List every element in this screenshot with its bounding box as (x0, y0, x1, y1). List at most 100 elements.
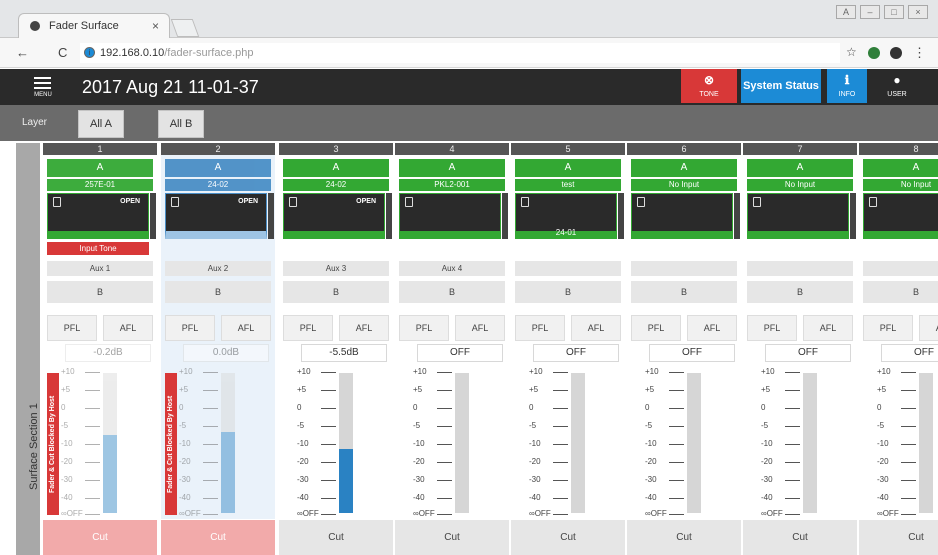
url-input[interactable]: i 192.168.0.10/fader-surface.php (80, 43, 840, 63)
fader-track[interactable] (571, 373, 585, 513)
fader-track[interactable] (103, 373, 117, 513)
tab-title: Fader Surface (49, 20, 119, 32)
cut-button[interactable]: Cut (627, 519, 741, 555)
browser-menu-icon[interactable]: ⋮ (913, 46, 926, 59)
fader-track[interactable] (919, 373, 933, 513)
browser-tab[interactable]: Fader Surface × (18, 13, 170, 38)
b-button[interactable]: B (515, 281, 621, 303)
afl-button[interactable]: AFL (455, 315, 505, 341)
tab-close-icon[interactable]: × (152, 19, 159, 33)
fader-level[interactable] (103, 435, 117, 513)
bookmark-star-icon[interactable]: ☆ (846, 46, 857, 59)
pfl-button[interactable]: PFL (165, 315, 215, 341)
back-arrow-icon[interactable]: ← (16, 46, 29, 59)
b-button[interactable]: B (47, 281, 153, 303)
fader-track[interactable] (455, 373, 469, 513)
aux-button[interactable] (863, 261, 938, 276)
site-info-icon[interactable]: i (84, 47, 95, 58)
cut-button[interactable]: Cut (511, 519, 625, 555)
input-name[interactable]: test (515, 179, 621, 191)
input-name[interactable]: PKL2-001 (399, 179, 505, 191)
input-name[interactable]: 24-02 (283, 179, 389, 191)
new-tab-button[interactable] (170, 19, 200, 37)
info-button[interactable]: ℹ INFO (827, 69, 867, 103)
a-button[interactable]: A (515, 159, 621, 177)
channel-strip-1: 1 A 257E-01 OPEN Input Tone Aux 1 B PFL AFL -0.2d… (43, 143, 157, 555)
a-button[interactable]: A (631, 159, 737, 177)
fader-level[interactable] (339, 449, 353, 513)
b-button[interactable]: B (631, 281, 737, 303)
cut-button[interactable]: Cut (859, 519, 938, 555)
input-sublabel: 24-01 (555, 228, 577, 237)
pfl-button[interactable]: PFL (631, 315, 681, 341)
minimize-button[interactable]: – (860, 5, 880, 19)
aux-button[interactable]: Aux 1 (47, 261, 153, 276)
pfl-button[interactable]: PFL (47, 315, 97, 341)
afl-button[interactable]: AFL (919, 315, 938, 341)
input-name[interactable]: No Input (747, 179, 853, 191)
pfl-button[interactable]: PFL (747, 315, 797, 341)
afl-button[interactable]: AFL (571, 315, 621, 341)
b-button[interactable]: B (283, 281, 389, 303)
gain-readout: OFF (649, 344, 735, 362)
a-button[interactable]: A (47, 159, 153, 177)
cut-button[interactable]: Cut (161, 519, 275, 555)
aux-button[interactable]: Aux 4 (399, 261, 505, 276)
pfl-button[interactable]: PFL (399, 315, 449, 341)
aux-button[interactable]: Aux 3 (283, 261, 389, 276)
afl-button[interactable]: AFL (339, 315, 389, 341)
fader-track[interactable] (687, 373, 701, 513)
channel-strip-4: 4 A PKL2-001 Aux 4 B PFL AFL OFF +10 +5 0 -5 -10 -20 -… (395, 143, 509, 555)
input-name[interactable]: No Input (863, 179, 938, 191)
aux-button[interactable] (747, 261, 853, 276)
a-button[interactable]: A (399, 159, 505, 177)
fader-level[interactable] (221, 432, 235, 513)
afl-button[interactable]: AFL (103, 315, 153, 341)
pfl-button[interactable]: PFL (863, 315, 913, 341)
b-button[interactable]: B (747, 281, 853, 303)
afl-button[interactable]: AFL (803, 315, 853, 341)
afl-button[interactable]: AFL (221, 315, 271, 341)
scale-tick-label: 0 (761, 403, 766, 412)
aux-button[interactable] (631, 261, 737, 276)
tone-label: TONE (699, 91, 719, 98)
b-button[interactable]: B (863, 281, 938, 303)
user-button[interactable]: ● USER (873, 69, 921, 103)
info-icon: ℹ (844, 73, 850, 87)
fader-track[interactable] (803, 373, 817, 513)
fader-track[interactable] (339, 373, 353, 513)
afl-button[interactable]: AFL (687, 315, 737, 341)
extension-icon-2[interactable] (890, 47, 902, 59)
input-name[interactable]: No Input (631, 179, 737, 191)
reload-icon[interactable]: C (58, 46, 67, 59)
profile-button[interactable]: A (836, 5, 856, 19)
b-button[interactable]: B (399, 281, 505, 303)
close-window-button[interactable]: × (908, 5, 928, 19)
aux-button[interactable]: Aux 2 (165, 261, 271, 276)
layer-all-a-button[interactable]: All A (78, 110, 124, 138)
system-status-button[interactable]: System Status (741, 69, 821, 103)
pfl-button[interactable]: PFL (283, 315, 333, 341)
maximize-button[interactable]: □ (884, 5, 904, 19)
a-button[interactable]: A (747, 159, 853, 177)
a-button[interactable]: A (165, 159, 271, 177)
menu-button[interactable]: MENU (30, 75, 56, 101)
scale-tick-label: ∞OFF (529, 509, 551, 518)
scale-tick-line (669, 408, 684, 409)
tone-button[interactable]: ⊗ TONE (681, 69, 737, 103)
cut-button[interactable]: Cut (743, 519, 857, 555)
pfl-button[interactable]: PFL (515, 315, 565, 341)
aux-button[interactable] (515, 261, 621, 276)
a-button[interactable]: A (863, 159, 938, 177)
input-name[interactable]: 257E-01 (47, 179, 153, 191)
cut-button[interactable]: Cut (279, 519, 393, 555)
extension-icon[interactable] (868, 47, 880, 59)
input-name[interactable]: 24-02 (165, 179, 271, 191)
cut-button[interactable]: Cut (43, 519, 157, 555)
url-path: /fader-surface.php (164, 47, 254, 59)
cut-button[interactable]: Cut (395, 519, 509, 555)
layer-all-b-button[interactable]: All B (158, 110, 204, 138)
b-button[interactable]: B (165, 281, 271, 303)
fader-track[interactable] (221, 373, 235, 513)
a-button[interactable]: A (283, 159, 389, 177)
